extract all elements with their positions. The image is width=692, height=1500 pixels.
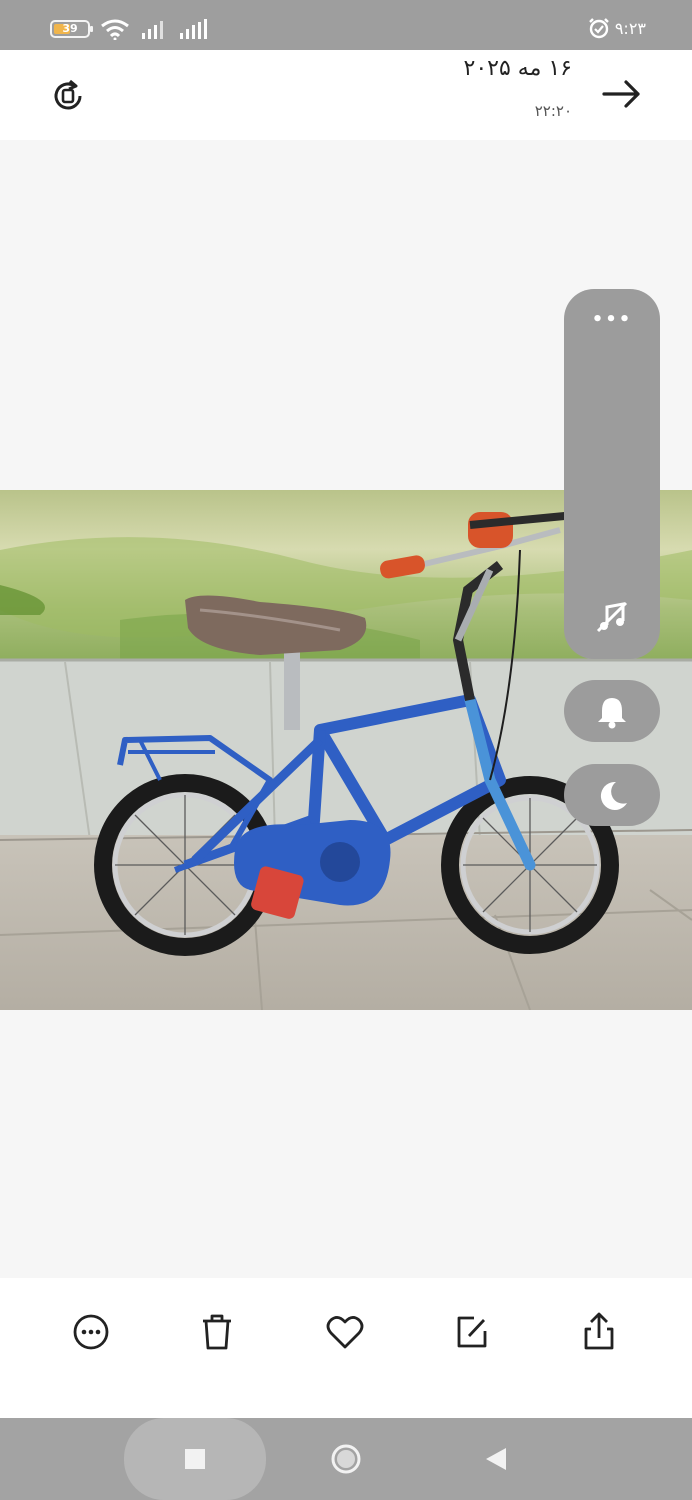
- more-dots-icon[interactable]: •••: [564, 309, 660, 330]
- wifi-icon: [101, 19, 129, 40]
- viewer-header: ۱۶ مه ۲۰۲۵ ۲۲:۲۰: [0, 50, 692, 140]
- signal-icon: [180, 19, 207, 39]
- dark-mode-toggle[interactable]: [564, 764, 660, 826]
- signal-icon: [142, 21, 163, 39]
- recents-square-icon[interactable]: [178, 1442, 212, 1476]
- bell-icon: [598, 698, 626, 729]
- side-control-panel: •••: [564, 289, 660, 659]
- battery-level: 39: [62, 22, 78, 35]
- status-bar: 39 ۹:۲۳: [0, 0, 692, 50]
- photo-time: ۲۲:۲۰: [534, 102, 572, 120]
- edit-icon[interactable]: [450, 1310, 494, 1354]
- photo-date: ۱۶ مه ۲۰۲۵: [463, 56, 572, 81]
- battery-icon: 39: [50, 20, 93, 38]
- alarm-icon: [588, 18, 609, 39]
- arrow-right-icon[interactable]: [600, 74, 644, 114]
- heart-icon[interactable]: [323, 1310, 367, 1354]
- music-off-icon[interactable]: [594, 599, 630, 635]
- home-circle-icon[interactable]: [329, 1442, 363, 1476]
- system-navigation-bar: [0, 1418, 692, 1500]
- status-time: ۹:۲۳: [614, 18, 646, 38]
- rotate-icon[interactable]: [50, 78, 86, 114]
- status-icons-right: ۹:۲۳: [587, 16, 646, 40]
- notification-toggle[interactable]: [564, 680, 660, 742]
- bottom-toolbar: [0, 1278, 692, 1418]
- moon-icon: [600, 781, 627, 810]
- back-triangle-icon[interactable]: [479, 1442, 513, 1476]
- trash-icon[interactable]: [195, 1310, 239, 1354]
- status-icons-left: 39: [50, 18, 212, 40]
- share-icon[interactable]: [577, 1310, 621, 1354]
- more-circle-icon[interactable]: [69, 1310, 113, 1354]
